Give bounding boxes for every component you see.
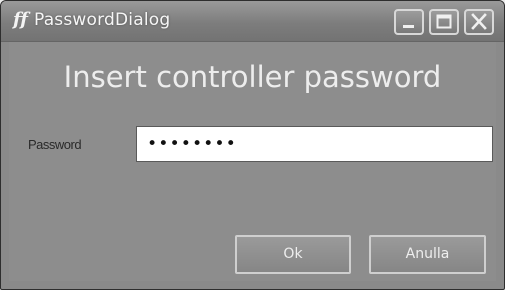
- minimize-button[interactable]: [394, 9, 424, 35]
- password-dialog-window: ff PasswordDialog Insert controller pass…: [0, 0, 505, 290]
- password-input[interactable]: [136, 126, 493, 162]
- password-label: Password: [28, 137, 82, 152]
- title-bar[interactable]: ff PasswordDialog: [1, 1, 504, 42]
- app-icon: ff: [13, 9, 28, 30]
- maximize-icon: [436, 14, 452, 29]
- ok-button[interactable]: Ok: [235, 235, 351, 274]
- minimize-icon: [403, 25, 414, 28]
- cancel-button[interactable]: Anulla: [369, 235, 486, 274]
- maximize-button[interactable]: [429, 9, 459, 35]
- close-icon: [471, 13, 487, 30]
- dialog-body: Insert controller password Password Ok A…: [9, 42, 496, 281]
- window-title: PasswordDialog: [34, 10, 171, 30]
- dialog-heading: Insert controller password: [63, 60, 442, 94]
- close-button[interactable]: [464, 9, 494, 35]
